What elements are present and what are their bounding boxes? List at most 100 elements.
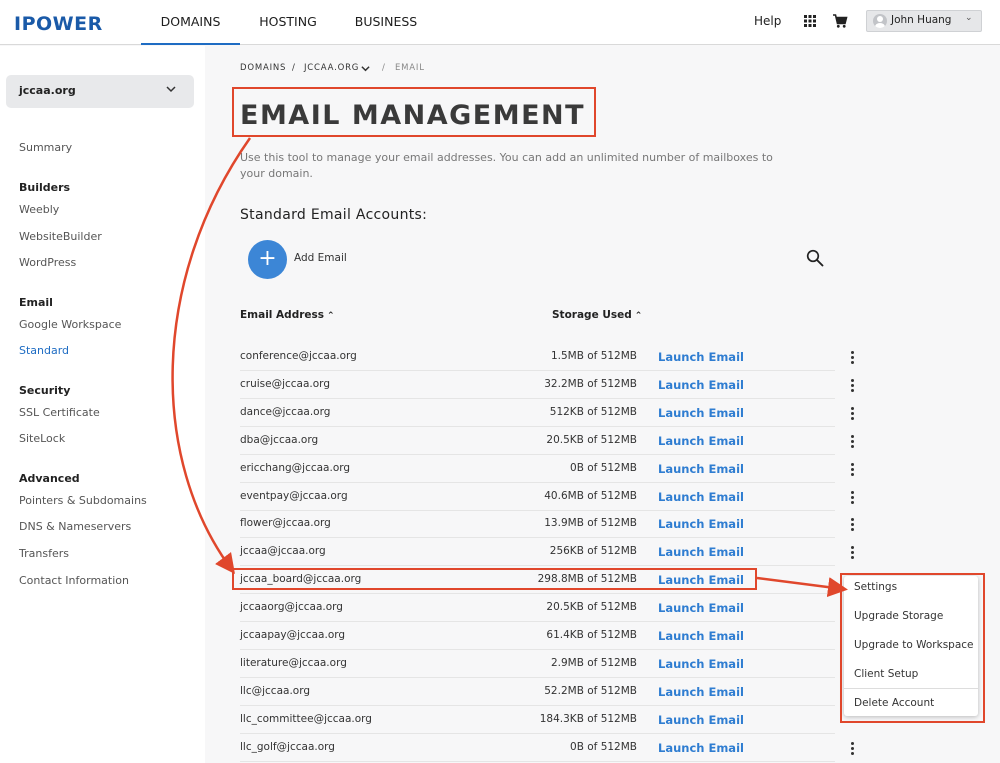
sort-up-icon: ⌃ [327,311,335,321]
sidebar-item-contact-information[interactable]: Contact Information [19,574,129,587]
table-row: ericchang@jccaa.org 0B of 512MB Launch Ema… [240,455,835,483]
table-row: literature@jccaa.org 2.9MB of 512MB Launch… [240,650,835,678]
more-options-icon[interactable] [851,462,855,477]
search-icon[interactable] [806,249,824,267]
storage-used: 40.6MB of 512MB [544,489,637,502]
email-address: llc_committee@jccaa.org [240,712,372,725]
more-options-icon[interactable] [851,741,855,756]
more-options-icon[interactable] [851,434,855,449]
table-row: conference@jccaa.org 1.5MB of 512MB Launch… [240,343,835,371]
more-options-icon[interactable] [851,490,855,505]
sidebar-item-pointers-subdomains[interactable]: Pointers & Subdomains [19,494,147,507]
sidebar-heading-builders: Builders [19,181,71,194]
launch-email-link[interactable]: Launch Email [658,657,744,671]
domain-selector[interactable]: jccaa.org [6,75,194,108]
table-row: jccaapay@jccaa.org 61.4KB of 512MB Launch … [240,622,835,650]
sidebar-item-dns-nameservers[interactable]: DNS & Nameservers [19,520,131,533]
tab-hosting[interactable]: HOSTING [248,0,328,45]
sidebar-heading-security: Security [19,384,71,397]
chevron-down-icon[interactable] [361,64,370,73]
section-title: Standard Email Accounts: [240,207,428,223]
add-email-label[interactable]: Add Email [294,252,347,264]
chevron-down-icon: ⌄ [965,13,973,23]
email-address: cruise@jccaa.org [240,377,330,390]
table-row: flower@jccaa.org 13.9MB of 512MB Launch Em… [240,510,835,539]
column-header-storage-label: Storage Used [552,309,632,321]
launch-email-link[interactable]: Launch Email [658,545,744,559]
top-nav: IPOWER DOMAINS HOSTING BUSINESS Help Joh… [0,0,1000,45]
table-row: cruise@jccaa.org 32.2MB of 512MB Launch Em… [240,371,835,399]
table-row: dance@jccaa.org 512KB of 512MB Launch Emai… [240,399,835,427]
sidebar-item-standard[interactable]: Standard [19,344,69,357]
chevron-down-icon [166,86,176,93]
annotation-highlight-title [232,87,596,137]
storage-used: 0B of 512MB [570,740,637,753]
sidebar-item-ssl-certificate[interactable]: SSL Certificate [19,406,100,419]
cart-icon[interactable] [832,13,848,29]
table-row: llc_golf@jccaa.org 0B of 512MB Launch Emai… [240,734,835,762]
email-address: ericchang@jccaa.org [240,461,351,474]
launch-email-link[interactable]: Launch Email [658,517,744,531]
storage-used: 13.9MB of 512MB [544,517,637,530]
email-address: dba@jccaa.org [240,433,319,446]
table-row: jccaa@jccaa.org 256KB of 512MB Launch Emai… [240,538,835,567]
domain-selector-value: jccaa.org [19,84,76,97]
email-address: llc@jccaa.org [240,684,310,697]
storage-used: 52.2MB of 512MB [544,684,637,697]
sidebar-item-websitebuilder[interactable]: WebsiteBuilder [19,230,102,243]
email-address: conference@jccaa.org [240,350,357,362]
launch-email-link[interactable]: Launch Email [658,350,744,364]
email-address: jccaaorg@jccaa.org [240,601,343,614]
breadcrumb-domain[interactable]: JCCAA.ORG [304,63,359,73]
email-address: dance@jccaa.org [240,405,331,418]
table-row: eventpay@jccaa.org 40.6MB of 512MB Launch … [240,483,835,511]
sidebar-item-transfers[interactable]: Transfers [19,547,69,560]
launch-email-link[interactable]: Launch Email [658,713,744,727]
sidebar-item-weebly[interactable]: Weebly [19,203,59,216]
sidebar-item-sitelock[interactable]: SiteLock [19,432,65,445]
launch-email-link[interactable]: Launch Email [658,490,744,504]
storage-used: 20.5KB of 512MB [546,601,637,614]
storage-used: 256KB of 512MB [549,545,637,558]
more-options-icon[interactable] [851,546,855,560]
launch-email-link[interactable]: Launch Email [658,685,744,699]
help-link[interactable]: Help [754,14,781,28]
tab-business[interactable]: BUSINESS [345,0,427,45]
column-header-storage[interactable]: Storage Used ⌃ [552,309,642,321]
email-address: llc_golf@jccaa.org [240,740,335,753]
launch-email-link[interactable]: Launch Email [658,629,744,643]
launch-email-link[interactable]: Launch Email [658,378,744,392]
more-options-icon[interactable] [851,406,855,421]
sidebar-item-wordpress[interactable]: WordPress [19,256,76,269]
apps-grid-icon[interactable] [804,15,816,27]
sidebar-item-google-workspace[interactable]: Google Workspace [19,318,121,331]
breadcrumb-domains[interactable]: DOMAINS [240,63,286,73]
breadcrumb-separator: / [292,63,296,73]
user-menu-button[interactable]: John Huang ⌄ [866,10,982,32]
launch-email-link[interactable]: Launch Email [658,741,744,755]
more-options-icon[interactable] [851,518,855,532]
storage-used: 184.3KB of 512MB [539,712,637,725]
add-email-button[interactable]: + [248,240,287,279]
launch-email-link[interactable]: Launch Email [658,462,744,476]
email-address: jccaa@jccaa.org [240,545,326,558]
column-header-email[interactable]: Email Address ⌃ [240,309,335,321]
more-options-icon[interactable] [851,351,855,365]
launch-email-link[interactable]: Launch Email [658,434,744,448]
ipower-logo[interactable]: IPOWER [14,13,103,35]
column-header-email-label: Email Address [240,309,325,321]
email-address: flower@jccaa.org [240,517,331,530]
storage-used: 2.9MB of 512MB [550,656,637,669]
email-address: jccaapay@jccaa.org [240,629,346,641]
user-name: John Huang [891,14,952,26]
email-address: literature@jccaa.org [240,656,347,669]
sidebar-item-summary[interactable]: Summary [19,141,72,154]
storage-used: 512KB of 512MB [549,405,637,418]
launch-email-link[interactable]: Launch Email [658,406,744,420]
table-row: dba@jccaa.org 20.5KB of 512MB Launch Email [240,427,835,455]
launch-email-link[interactable]: Launch Email [658,601,744,615]
tab-domains[interactable]: DOMAINS [141,0,240,45]
more-options-icon[interactable] [851,378,855,393]
sidebar: jccaa.org Summary Builders Weebly Websit… [0,46,205,763]
storage-used: 61.4KB of 512MB [546,629,637,641]
